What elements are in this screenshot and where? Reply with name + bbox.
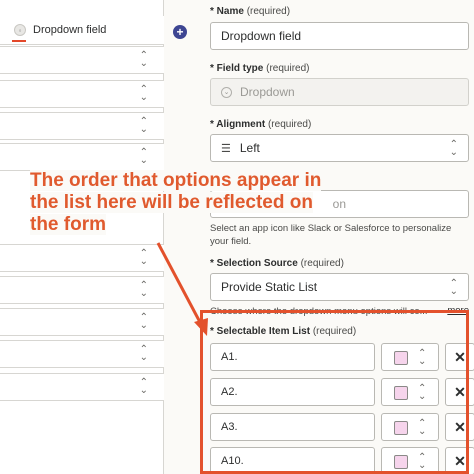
canvas-dropdown-row[interactable]: ⌃ ⌄ bbox=[0, 244, 164, 272]
item-value: A10. bbox=[221, 455, 244, 467]
close-icon: ✕ bbox=[454, 349, 466, 365]
canvas-dropdown-row[interactable]: ⌃ ⌄ bbox=[0, 46, 164, 74]
item-value-input[interactable]: A2. bbox=[210, 378, 375, 406]
field-type-label: * Field type (required) bbox=[210, 63, 310, 74]
field-type-value: Dropdown bbox=[240, 85, 295, 99]
chevron-updown-icon: ⌃ ⌄ bbox=[449, 139, 458, 158]
canvas-dropdown-row[interactable]: ⌃ ⌄ bbox=[0, 80, 164, 108]
delete-item-button[interactable]: ✕ bbox=[445, 378, 474, 406]
item-value-input[interactable]: A10. bbox=[210, 447, 375, 474]
form-canvas: ◦ Dropdown field ⌃ ⌄ ⌃ ⌄ ⌃ ⌄ ⌃ ⌄ ⌃ ⌄ ⌃ ⌄ ⌃ ⌄ ⌃ ⌄… bbox=[0, 0, 164, 474]
chevron-updown-icon: ⌃ ⌄ bbox=[418, 418, 427, 437]
selection-source-value: Provide Static List bbox=[221, 280, 318, 294]
chevron-updown-icon: ⌃ ⌄ bbox=[449, 278, 458, 297]
canvas-dropdown-row[interactable]: ⌃ ⌄ bbox=[0, 340, 164, 368]
field-type-select: ⌄ Dropdown bbox=[210, 78, 469, 106]
selection-source-label: * Selection Source (required) bbox=[210, 258, 344, 269]
close-icon: ✕ bbox=[454, 384, 466, 400]
chevron-updown-icon: ⌃ ⌄ bbox=[139, 50, 148, 69]
delete-item-button[interactable]: ✕ bbox=[445, 343, 474, 371]
canvas-field-header[interactable]: ◦ Dropdown field bbox=[0, 16, 164, 45]
item-value: A3. bbox=[221, 421, 238, 433]
more-link[interactable]: more bbox=[447, 305, 469, 316]
canvas-dropdown-row[interactable]: ⌃ ⌄ bbox=[0, 276, 164, 304]
chevron-updown-icon: ⌃ ⌄ bbox=[418, 452, 427, 471]
annotation-callout: The order that options appear in the lis… bbox=[30, 170, 330, 236]
color-swatch bbox=[394, 351, 408, 365]
selectable-items-label: * Selectable Item List (required) bbox=[210, 326, 357, 337]
canvas-dropdown-row[interactable]: ⌃ ⌄ bbox=[0, 308, 164, 336]
selection-source-help: Choose where the dropdown menu options w… bbox=[210, 306, 428, 317]
chevron-updown-icon: ⌃ ⌄ bbox=[139, 84, 148, 103]
chevron-updown-icon: ⌃ ⌄ bbox=[139, 248, 148, 267]
canvas-dropdown-row[interactable]: ⌃ ⌄ bbox=[0, 112, 164, 140]
field-header-underline bbox=[12, 40, 26, 42]
alignment-select[interactable]: ☰ Left ⌃ ⌄ bbox=[210, 134, 469, 162]
selection-source-select[interactable]: Provide Static List ⌃ ⌄ bbox=[210, 273, 469, 301]
field-header-label: Dropdown field bbox=[33, 24, 107, 36]
delete-item-button[interactable]: ✕ bbox=[445, 447, 474, 474]
item-color-picker[interactable]: ⌃ ⌄ bbox=[381, 447, 439, 474]
chevron-updown-icon: ⌃ ⌄ bbox=[139, 312, 148, 331]
dropdown-field-icon: ◦ bbox=[14, 24, 26, 36]
name-input[interactable]: Dropdown field bbox=[210, 22, 469, 50]
name-label: * Name (required) bbox=[210, 6, 291, 17]
align-left-icon: ☰ bbox=[221, 142, 231, 155]
dropdown-icon: ⌄ bbox=[221, 86, 232, 98]
chevron-updown-icon: ⌃ ⌄ bbox=[139, 377, 148, 396]
close-icon: ✕ bbox=[454, 419, 466, 435]
field-settings-panel: * Name (required) Dropdown field * Field… bbox=[196, 0, 474, 474]
chevron-updown-icon: ⌃ ⌄ bbox=[418, 348, 427, 367]
chevron-updown-icon: ⌃ ⌄ bbox=[418, 383, 427, 402]
canvas-dropdown-row[interactable]: ⌃ ⌄ bbox=[0, 143, 164, 171]
icon-select-placeholder: on bbox=[332, 197, 346, 211]
color-swatch bbox=[394, 455, 408, 469]
plus-icon: + bbox=[176, 25, 184, 39]
delete-item-button[interactable]: ✕ bbox=[445, 413, 474, 441]
add-field-button[interactable]: + bbox=[173, 25, 187, 39]
chevron-updown-icon: ⌃ ⌄ bbox=[139, 280, 148, 299]
chevron-updown-icon: ⌃ ⌄ bbox=[139, 344, 148, 363]
item-color-picker[interactable]: ⌃ ⌄ bbox=[381, 343, 439, 371]
item-value-input[interactable]: A1. bbox=[210, 343, 375, 371]
annotation-text: The order that options appear in the lis… bbox=[30, 170, 322, 235]
color-swatch bbox=[394, 421, 408, 435]
item-color-picker[interactable]: ⌃ ⌄ bbox=[381, 413, 439, 441]
close-icon: ✕ bbox=[454, 453, 466, 469]
chevron-updown-icon: ⌃ ⌄ bbox=[139, 116, 148, 135]
item-value: A1. bbox=[221, 351, 238, 363]
alignment-label: * Alignment (required) bbox=[210, 119, 312, 130]
name-input-value: Dropdown field bbox=[221, 29, 302, 43]
item-color-picker[interactable]: ⌃ ⌄ bbox=[381, 378, 439, 406]
item-value-input[interactable]: A3. bbox=[210, 413, 375, 441]
item-value: A2. bbox=[221, 386, 238, 398]
alignment-value: Left bbox=[239, 141, 260, 155]
canvas-dropdown-row[interactable]: ⌃ ⌄ bbox=[0, 373, 164, 401]
color-swatch bbox=[394, 386, 408, 400]
chevron-updown-icon: ⌃ ⌄ bbox=[139, 147, 148, 166]
